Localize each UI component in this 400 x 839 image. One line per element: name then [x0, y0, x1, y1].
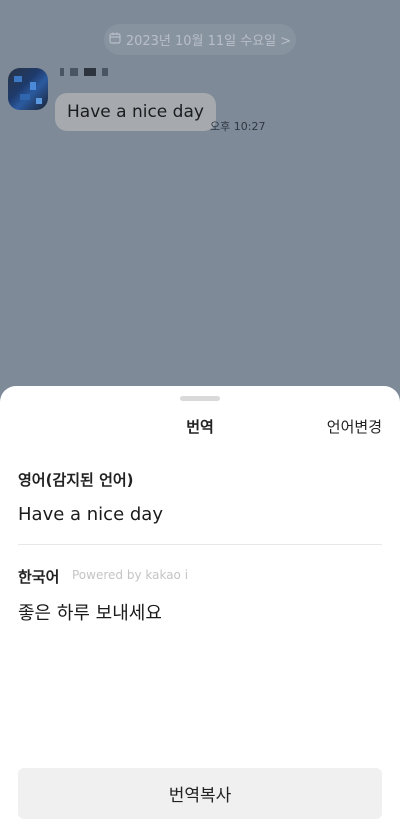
avatar[interactable] — [8, 68, 48, 110]
target-language-label: 한국어 — [18, 568, 60, 586]
sender-name — [60, 66, 108, 78]
date-divider[interactable]: 2023년 10월 11일 수요일 > — [104, 24, 296, 55]
sheet-drag-handle[interactable] — [180, 396, 220, 401]
powered-by-label: Powered by kakao i — [72, 568, 189, 582]
translation-sheet: 번역 언어변경 영어(감지된 언어) Have a nice day 한국어 P… — [0, 386, 400, 839]
copy-translation-button[interactable]: 번역복사 — [18, 768, 382, 819]
change-language-button[interactable]: 언어변경 — [327, 416, 382, 437]
chat-background — [0, 0, 400, 400]
calendar-icon — [109, 32, 121, 48]
divider — [18, 544, 382, 545]
message-time: 오후 10:27 — [210, 120, 266, 133]
message-bubble[interactable]: Have a nice day — [55, 93, 216, 131]
source-text: Have a nice day — [18, 504, 163, 525]
date-label: 2023년 10월 11일 수요일 > — [125, 34, 292, 49]
translated-text: 좋은 하루 보내세요 — [18, 603, 162, 624]
source-language-label: 영어(감지된 언어) — [18, 471, 134, 489]
message-text: Have a nice day — [67, 102, 204, 122]
